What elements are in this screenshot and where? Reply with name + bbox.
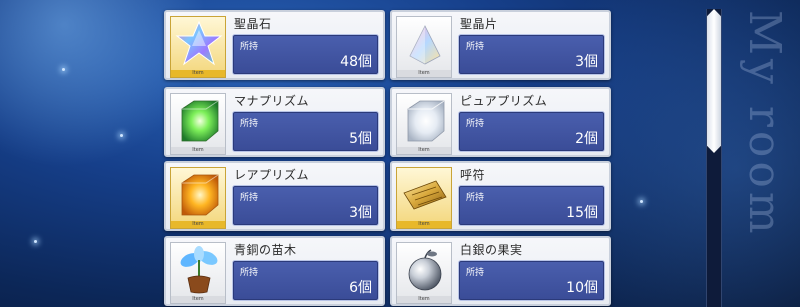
quantity-label: 所持 <box>240 42 259 52</box>
item-icon-frame: Item <box>170 93 226 155</box>
item-card-rare-prism[interactable]: Item レアプリズム 所持 3個 <box>164 161 385 231</box>
quantity-label: 所持 <box>466 119 485 129</box>
icon-band: Item <box>397 296 451 303</box>
quantity-label: 所持 <box>466 42 485 52</box>
item-name: 聖晶石 <box>234 17 272 31</box>
silver-fruit-icon <box>408 249 442 291</box>
item-name: 呼符 <box>460 168 486 182</box>
item-icon-frame: Item <box>396 16 452 78</box>
icon-band: Item <box>397 221 451 228</box>
item-name: 青銅の苗木 <box>234 243 297 257</box>
icon-band: Item <box>171 296 225 303</box>
background-star <box>640 200 643 203</box>
quantity-label: 所持 <box>240 119 259 129</box>
quantity-box: 所持 48個 <box>232 34 379 75</box>
quartz-fragment-icon <box>409 25 441 65</box>
quantity-box: 所持 15個 <box>458 185 605 226</box>
background-star <box>120 134 123 137</box>
quantity-label: 所持 <box>466 193 485 203</box>
item-icon-frame: Item <box>170 167 226 229</box>
item-name: マナプリズム <box>234 94 310 108</box>
item-name: 白銀の果実 <box>460 243 523 257</box>
item-name: レアプリズム <box>234 168 310 182</box>
icon-band: Item <box>171 147 225 154</box>
scrollbar[interactable] <box>706 9 722 307</box>
item-card-summon-ticket[interactable]: Item 呼符 所持 15個 <box>390 161 611 231</box>
quantity-value: 5個 <box>349 131 372 147</box>
scrollbar-thumb[interactable] <box>707 9 721 153</box>
item-card-bronze-sapling[interactable]: Item 青銅の苗木 所持 6個 <box>164 236 385 306</box>
icon-band: Item <box>397 70 451 77</box>
quantity-box: 所持 5個 <box>232 111 379 152</box>
background-star <box>34 240 37 243</box>
background-star <box>62 68 65 71</box>
quantity-value: 48個 <box>340 54 372 70</box>
mana-prism-icon <box>181 100 219 142</box>
quantity-label: 所持 <box>240 193 259 203</box>
quantity-value: 15個 <box>566 205 598 221</box>
quantity-value: 2個 <box>575 131 598 147</box>
pure-prism-icon <box>407 100 445 142</box>
icon-band: Item <box>171 221 225 228</box>
quantity-box: 所持 6個 <box>232 260 379 301</box>
item-name: 聖晶片 <box>460 17 498 31</box>
quantity-box: 所持 3個 <box>232 185 379 226</box>
saint-quartz-icon <box>175 20 223 66</box>
room-watermark: My room <box>739 10 790 238</box>
item-icon-frame: Item <box>170 16 226 78</box>
quantity-label: 所持 <box>240 268 259 278</box>
summon-ticket-icon <box>403 180 447 210</box>
item-icon-frame: Item <box>396 242 452 304</box>
quantity-box: 所持 2個 <box>458 111 605 152</box>
item-list: Item 聖晶石 所持 48個 Item 聖晶片 所持 3個 Item マナプリ… <box>164 10 611 307</box>
quantity-value: 6個 <box>349 280 372 296</box>
item-card-mana-prism[interactable]: Item マナプリズム 所持 5個 <box>164 87 385 157</box>
quantity-box: 所持 3個 <box>458 34 605 75</box>
item-card-quartz-fragment[interactable]: Item 聖晶片 所持 3個 <box>390 10 611 80</box>
item-card-pure-prism[interactable]: Item ピュアプリズム 所持 2個 <box>390 87 611 157</box>
rare-prism-icon <box>181 174 219 216</box>
bronze-sapling-icon <box>180 246 218 294</box>
quantity-box: 所持 10個 <box>458 260 605 301</box>
quantity-value: 10個 <box>566 280 598 296</box>
quantity-value: 3個 <box>575 54 598 70</box>
item-icon-frame: Item <box>396 167 452 229</box>
icon-band: Item <box>171 70 225 77</box>
quantity-label: 所持 <box>466 268 485 278</box>
icon-band: Item <box>397 147 451 154</box>
item-name: ピュアプリズム <box>460 94 548 108</box>
item-card-saint-quartz[interactable]: Item 聖晶石 所持 48個 <box>164 10 385 80</box>
item-icon-frame: Item <box>396 93 452 155</box>
quantity-value: 3個 <box>349 205 372 221</box>
item-card-silver-fruit[interactable]: Item 白銀の果実 所持 10個 <box>390 236 611 306</box>
item-icon-frame: Item <box>170 242 226 304</box>
